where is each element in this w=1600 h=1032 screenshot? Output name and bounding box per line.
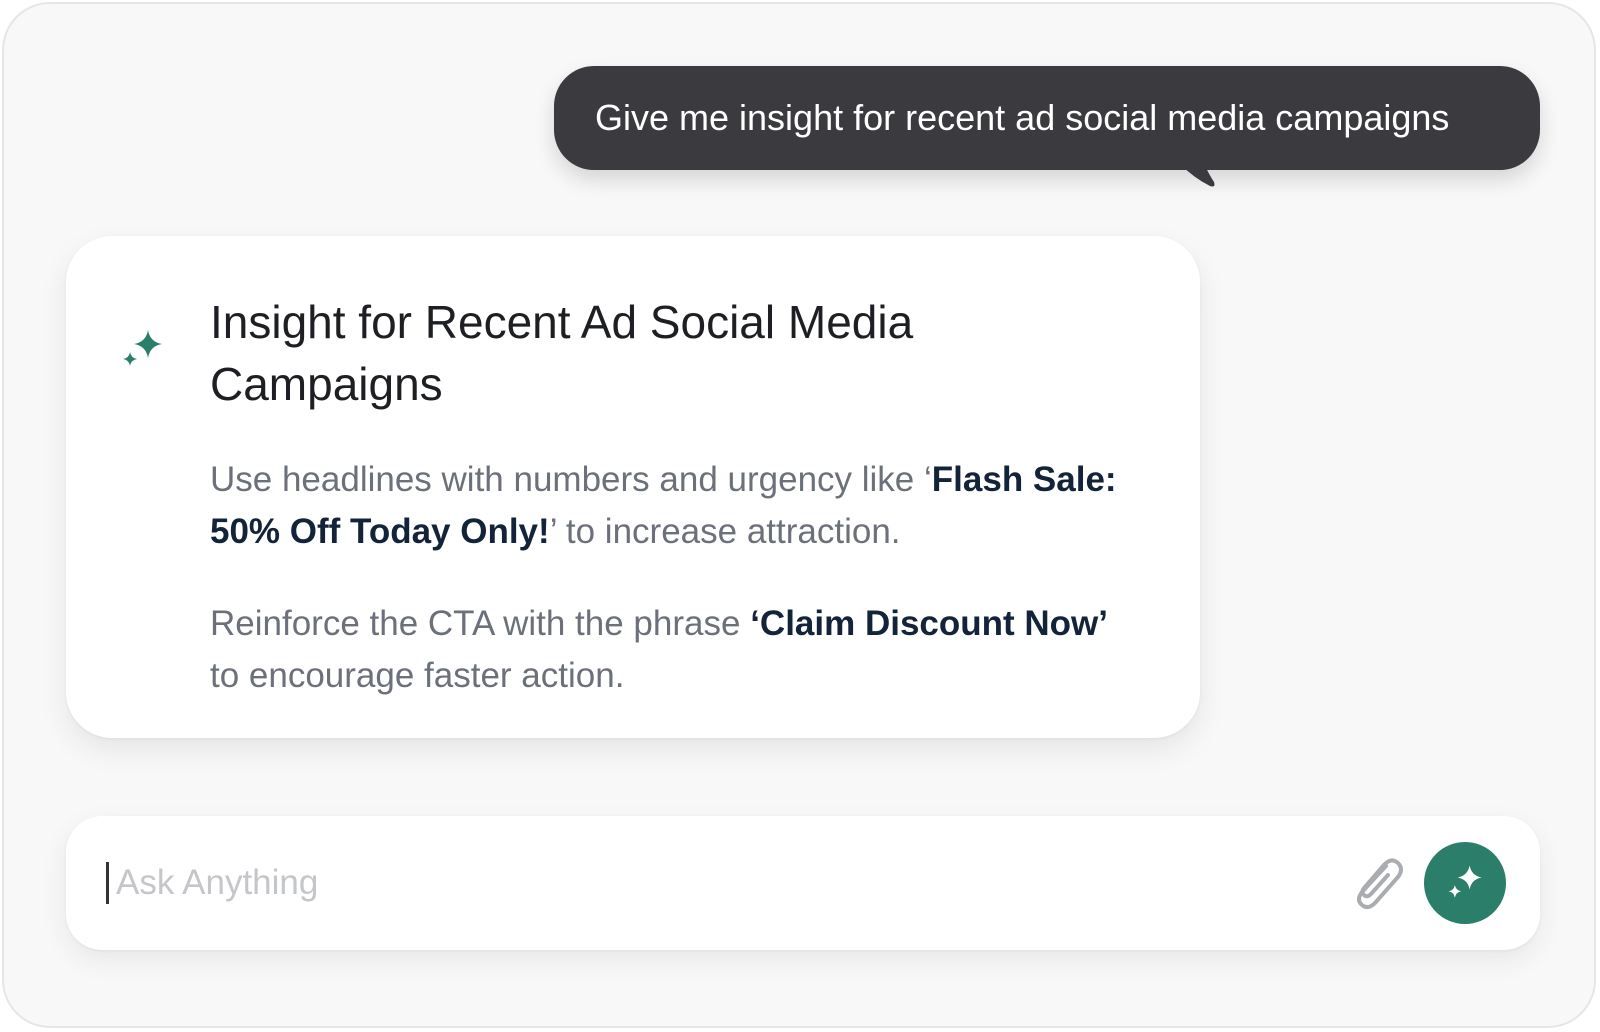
composer-bar bbox=[66, 816, 1540, 950]
response-paragraph-1: Use headlines with numbers and urgency l… bbox=[210, 460, 1117, 551]
chat-window: Give me insight for recent ad social med… bbox=[2, 2, 1596, 1028]
send-button[interactable] bbox=[1424, 842, 1506, 924]
sparkle-icon bbox=[123, 330, 162, 366]
text-caret bbox=[106, 862, 109, 904]
paperclip-icon bbox=[1357, 858, 1403, 910]
bubble-tail bbox=[1180, 164, 1215, 187]
ask-input[interactable] bbox=[112, 852, 1266, 914]
response-paragraph-2: Reinforce the CTA with the phrase ‘Claim… bbox=[210, 604, 1108, 695]
emphasis-cta-phrase: ‘Claim Discount Now’ bbox=[750, 604, 1108, 643]
user-message-bubble: Give me insight for recent ad social med… bbox=[554, 66, 1540, 170]
sparkle-icon bbox=[1448, 865, 1482, 898]
user-message-text: Give me insight for recent ad social med… bbox=[595, 97, 1450, 138]
response-title: Insight for Recent Ad Social Media Campa… bbox=[210, 296, 914, 410]
attach-button[interactable] bbox=[1342, 848, 1412, 918]
assistant-response-card: Insight for Recent Ad Social Media Campa… bbox=[66, 236, 1200, 738]
